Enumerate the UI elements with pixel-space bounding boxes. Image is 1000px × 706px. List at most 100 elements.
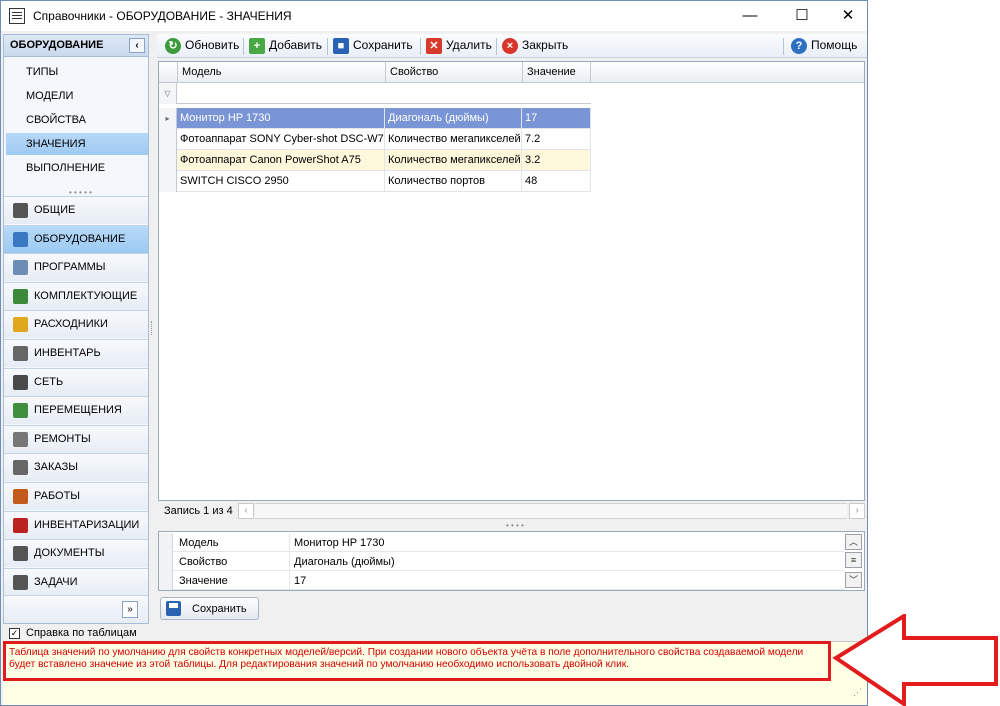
expand-nav-button[interactable]: » xyxy=(122,601,138,618)
nav-item-label: КОМПЛЕКТУЮЩИЕ xyxy=(34,289,138,302)
column-header-value[interactable]: Значение xyxy=(523,62,591,83)
help-checkbox[interactable]: ✓ xyxy=(9,628,20,639)
nav-group-title: ОБОРУДОВАНИЕ xyxy=(10,39,104,51)
scroll-up-button[interactable]: ︿ xyxy=(845,534,862,550)
row-indicator[interactable] xyxy=(159,129,177,150)
detail-row-indicator xyxy=(159,571,173,590)
help-button[interactable]: ? Помощь xyxy=(791,38,857,56)
details-scrollbar[interactable]: ︿ ≡ ﹀ xyxy=(845,534,862,589)
nav-item-label: ДОКУМЕНТЫ xyxy=(34,547,105,560)
add-button[interactable]: + Добавить xyxy=(249,38,322,56)
sub-item[interactable]: ВЫПОЛНЕНИЕ xyxy=(6,157,148,179)
save-details-button[interactable]: Сохранить xyxy=(160,597,259,620)
sub-item[interactable]: ЗНАЧЕНИЯ xyxy=(6,133,148,155)
nav-group-header: ОБОРУДОВАНИЕ ‹ xyxy=(4,35,148,57)
detail-row[interactable]: Модель Монитор HP 1730 xyxy=(159,533,844,552)
nav-item[interactable]: ДОКУМЕНТЫ xyxy=(4,539,148,568)
cell-property[interactable]: Количество мегапикселей xyxy=(385,129,522,150)
checklist-icon xyxy=(13,574,28,590)
nav-item[interactable]: ИНВЕНТАРИЗАЦИИ xyxy=(4,510,148,539)
cell-value[interactable]: 3.2 xyxy=(522,150,591,171)
nav-item[interactable]: ЗАКАЗЫ xyxy=(4,453,148,482)
sub-item[interactable]: СВОЙСТВА xyxy=(6,109,148,131)
truck-icon xyxy=(13,403,28,419)
cell-value[interactable]: 48 xyxy=(522,171,591,192)
nav-item[interactable]: РАБОТЫ xyxy=(4,482,148,510)
nav-item-label: ОБЩИЕ xyxy=(34,204,76,216)
close-window-button[interactable]: ✕ xyxy=(825,1,871,31)
column-header-property[interactable]: Свойство xyxy=(386,62,523,83)
cell-property[interactable]: Количество мегапикселей xyxy=(385,150,522,171)
cell-model[interactable]: Монитор HP 1730 xyxy=(177,108,385,129)
cell-property[interactable]: Количество портов xyxy=(385,171,522,192)
highlight-arrow xyxy=(832,614,998,706)
refresh-button[interactable]: ↻ Обновить xyxy=(165,38,239,56)
nav-item[interactable]: ЗАДАЧИ xyxy=(4,567,148,596)
scroll-thumb[interactable]: ≡ xyxy=(845,552,862,568)
memory-icon xyxy=(13,288,28,304)
nav-item[interactable]: ПРОГРАММЫ xyxy=(4,253,148,282)
collapse-panel-button[interactable]: ‹ xyxy=(129,38,145,53)
nav-item[interactable]: ОБОРУДОВАНИЕ xyxy=(4,224,148,253)
scroll-right-button[interactable]: › xyxy=(849,503,865,519)
minimize-button[interactable]: — xyxy=(727,1,773,31)
network-icon xyxy=(13,374,28,390)
help-label: Помощь xyxy=(811,38,858,52)
add-label: Добавить xyxy=(269,38,323,52)
filter-row[interactable]: ▽ xyxy=(159,83,591,104)
record-counter: Запись 1 из 4 xyxy=(164,505,233,517)
row-indicator[interactable] xyxy=(159,150,177,171)
sub-item[interactable]: ТИПЫ xyxy=(6,61,148,83)
nav-item-label: ОБОРУДОВАНИЕ xyxy=(34,232,126,245)
nav-item-label: ИНВЕНТАРЬ xyxy=(34,347,101,359)
table-row[interactable]: SWITCH CISCO 2950 Количество портов 48 xyxy=(177,171,591,192)
nav-item-label: ЗАДАЧИ xyxy=(34,575,78,588)
cell-value[interactable]: 17 xyxy=(522,108,591,129)
save-toolbar-button[interactable]: ■ Сохранить xyxy=(333,38,413,56)
grid-status-bar: Запись 1 из 4 ‹ › xyxy=(158,502,865,521)
nav-item[interactable]: ИНВЕНТАРЬ xyxy=(4,339,148,367)
help-checkbox-label: Справка по таблицам xyxy=(26,627,137,639)
nav-item[interactable]: РЕМОНТЫ xyxy=(4,424,148,453)
cell-property[interactable]: Диагональ (дюймы) xyxy=(385,108,522,129)
detail-row[interactable]: Свойство Диагональ (дюймы) xyxy=(159,552,844,571)
refresh-icon: ↻ xyxy=(165,38,181,54)
row-indicator[interactable]: ▸ xyxy=(159,108,177,129)
tools-icon xyxy=(13,489,28,504)
cell-model[interactable]: Фотоаппарат Canon PowerShot A75 xyxy=(177,150,385,171)
maximize-button[interactable]: ☐ xyxy=(779,1,825,31)
toolbar-separator xyxy=(496,38,497,55)
row-indicator[interactable] xyxy=(159,171,177,192)
app-icon xyxy=(9,8,25,24)
table-row[interactable]: Монитор HP 1730 Диагональ (дюймы) 17 xyxy=(177,108,591,129)
sub-item[interactable]: МОДЕЛИ xyxy=(6,85,148,107)
table-row[interactable]: Фотоаппарат SONY Cyber-shot DSC-W70 Колич… xyxy=(177,129,591,150)
detail-value[interactable]: Монитор HP 1730 xyxy=(289,533,844,552)
wrench-icon xyxy=(13,431,28,447)
filter-icon: ▽ xyxy=(159,83,177,104)
detail-row[interactable]: Значение 17 xyxy=(159,571,844,590)
horizontal-splitter[interactable]: • • • • xyxy=(506,521,524,530)
details-panel: Модель Монитор HP 1730 Свойство Диагональ (… xyxy=(158,531,865,591)
cell-model[interactable]: SWITCH CISCO 2950 xyxy=(177,171,385,192)
nav-item[interactable]: ОБЩИЕ xyxy=(4,196,148,224)
nav-item[interactable]: КОМПЛЕКТУЮЩИЕ xyxy=(4,281,148,310)
column-header-model[interactable]: Модель xyxy=(178,62,386,83)
detail-value[interactable]: 17 xyxy=(289,571,844,590)
nav-item-label: ПРОГРАММЫ xyxy=(34,261,106,274)
delete-button[interactable]: ✕ Удалить xyxy=(426,38,492,56)
table-row[interactable]: Фотоаппарат Canon PowerShot A75 Количеств… xyxy=(177,150,591,171)
nav-item[interactable]: СЕТЬ xyxy=(4,367,148,396)
detail-label: Модель xyxy=(179,537,219,549)
navigation-panel: ОБОРУДОВАНИЕ ‹ ТИПЫ МОДЕЛИ СВОЙСТВА ЗНАЧЕНИ… xyxy=(3,34,149,624)
detail-value[interactable]: Диагональ (дюймы) xyxy=(289,552,844,571)
nav-item[interactable]: ПЕРЕМЕЩЕНИЯ xyxy=(4,396,148,425)
scroll-left-button[interactable]: ‹ xyxy=(238,503,254,519)
vertical-splitter[interactable] xyxy=(151,321,154,335)
cell-model[interactable]: Фотоаппарат SONY Cyber-shot DSC-W70 xyxy=(177,129,385,150)
cell-value[interactable]: 7.2 xyxy=(522,129,591,150)
scroll-down-button[interactable]: ﹀ xyxy=(845,572,862,588)
nav-item[interactable]: РАСХОДНИКИ xyxy=(4,310,148,339)
close-button[interactable]: × Закрыть xyxy=(502,38,568,56)
horizontal-scrollbar[interactable] xyxy=(255,503,847,519)
